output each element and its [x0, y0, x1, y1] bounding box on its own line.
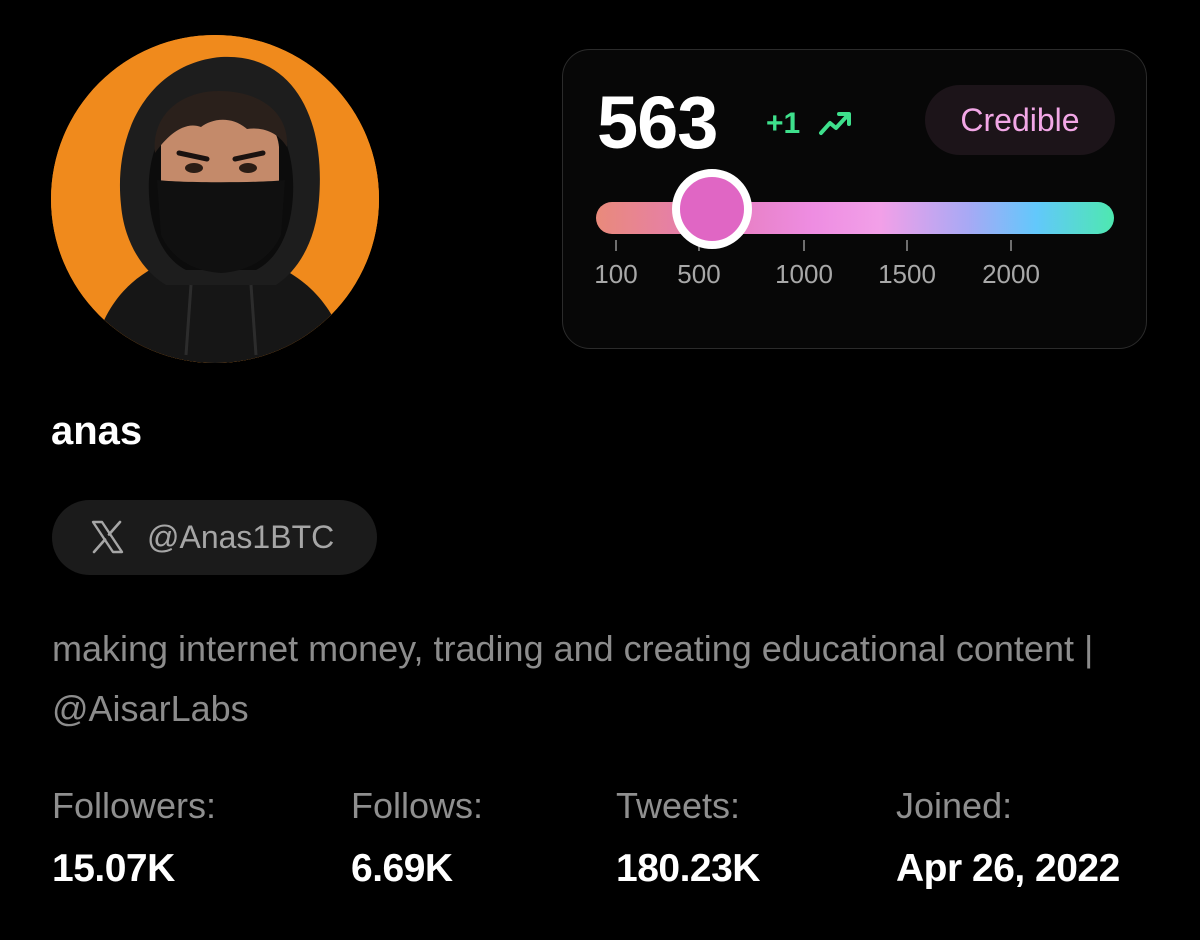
slider-tick [1010, 240, 1012, 251]
stat-value: 180.23K [616, 847, 760, 890]
stat-label: Followers: [52, 785, 217, 826]
stat-value: Apr 26, 2022 [896, 847, 1120, 890]
stat-follows[interactable]: Follows: 6.69K [351, 780, 483, 894]
slider-tick-label: 1500 [878, 259, 936, 289]
stat-followers[interactable]: Followers: 15.07K [52, 780, 216, 894]
x-logo-icon [91, 520, 124, 554]
hooded-masked-person-icon [51, 35, 379, 363]
stat-tweets[interactable]: Tweets: 180.23K [616, 780, 760, 894]
profile-page: 563 +1 Credible 100 500 1000 1500 2000 a… [0, 0, 1200, 940]
stat-value: 15.07K [52, 847, 175, 890]
slider-tick-label: 2000 [982, 259, 1040, 289]
x-handle-link[interactable]: @Anas1BTC [52, 500, 377, 575]
score-change: +1 [766, 107, 801, 140]
slider-tick [615, 240, 617, 251]
slider-tick-label: 100 [594, 259, 638, 289]
trending-up-icon [819, 112, 851, 135]
stat-joined: Joined: Apr 26, 2022 [896, 780, 1120, 894]
stat-label: Follows: [351, 785, 484, 826]
stat-label: Tweets: [616, 785, 741, 826]
credibility-score-card: 563 +1 Credible 100 500 1000 1500 2000 [562, 49, 1147, 349]
slider-tick [906, 240, 908, 251]
stat-label: Joined: [896, 785, 1013, 826]
credibility-badge: Credible [925, 85, 1115, 155]
avatar[interactable] [51, 35, 379, 363]
score-value: 563 [597, 81, 718, 164]
slider-tick-label: 500 [677, 259, 721, 289]
slider-tick [803, 240, 805, 251]
score-slider-thumb[interactable] [672, 169, 753, 249]
handle-text: @Anas1BTC [147, 519, 335, 555]
stat-value: 6.69K [351, 847, 453, 890]
profile-bio: making internet money, trading and creat… [52, 628, 1094, 729]
slider-tick-label: 1000 [775, 259, 833, 289]
display-name: anas [51, 409, 143, 453]
